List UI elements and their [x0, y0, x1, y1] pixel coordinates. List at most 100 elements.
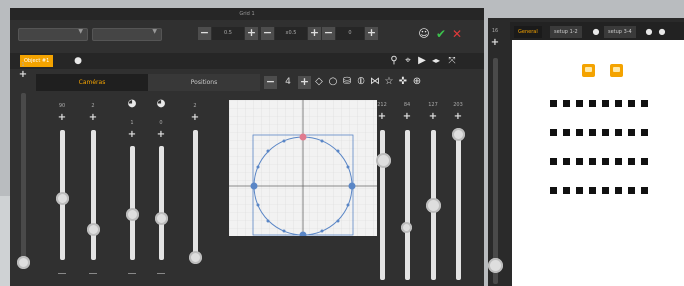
grid-square[interactable]: [602, 187, 609, 194]
stepper-3-field[interactable]: 0: [336, 27, 364, 40]
grid-square[interactable]: [615, 100, 622, 107]
grid-square[interactable]: [550, 187, 557, 194]
cylinder-shape-icon[interactable]: ⛁: [341, 76, 353, 88]
grid-square[interactable]: [589, 100, 596, 107]
fader-knob[interactable]: [426, 198, 441, 213]
grid-square[interactable]: [641, 100, 648, 107]
yellow-marker[interactable]: [582, 64, 595, 77]
tab-general[interactable]: General: [514, 26, 542, 38]
fader-track[interactable]: [130, 146, 135, 260]
fader-knob[interactable]: [376, 153, 391, 168]
cross-shape-icon[interactable]: ✜: [397, 76, 409, 88]
fader-knob[interactable]: [126, 208, 139, 221]
grid-square[interactable]: [576, 100, 583, 107]
grid-square[interactable]: [589, 187, 596, 194]
fader-track[interactable]: [91, 130, 96, 260]
stepper-2-field[interactable]: x0.5: [275, 27, 307, 40]
close-tab-icon[interactable]: ●: [656, 26, 668, 38]
circle-shape-icon[interactable]: ○: [327, 76, 339, 88]
master-right-knob[interactable]: [488, 258, 503, 273]
fader-knob[interactable]: [155, 212, 168, 225]
grid-square[interactable]: [563, 187, 570, 194]
yellow-marker[interactable]: [610, 64, 623, 77]
tab-cameras[interactable]: Caméras: [36, 74, 148, 91]
fit-icon[interactable]: ◂▸: [430, 55, 442, 67]
tab-positions[interactable]: Positions: [148, 74, 260, 91]
grid-square[interactable]: [563, 158, 570, 165]
fader-track[interactable]: [193, 130, 198, 260]
play-icon[interactable]: ▶: [416, 55, 428, 67]
fader-track[interactable]: [159, 146, 164, 260]
increment-button[interactable]: +: [365, 27, 378, 40]
grid-square[interactable]: [628, 100, 635, 107]
grid-square[interactable]: [563, 129, 570, 136]
fader-plus-icon[interactable]: +: [188, 113, 202, 123]
grid-square[interactable]: [628, 129, 635, 136]
close-icon[interactable]: ✕: [451, 28, 463, 40]
increment-button[interactable]: +: [245, 27, 258, 40]
close-tab-icon[interactable]: ●: [643, 26, 655, 38]
star-shape-icon[interactable]: ☆: [383, 76, 395, 88]
master-right-plus-icon[interactable]: +: [488, 38, 502, 48]
stepper-1-field[interactable]: 0.5: [212, 27, 244, 40]
grid-square[interactable]: [602, 158, 609, 165]
fader-plus-icon[interactable]: +: [154, 130, 168, 140]
grid-square[interactable]: [641, 129, 648, 136]
check-icon[interactable]: ✔: [435, 28, 447, 40]
master-right-track[interactable]: [493, 58, 498, 284]
grid-square[interactable]: [576, 129, 583, 136]
dropdown-1[interactable]: ▼: [18, 28, 88, 41]
zoom-icon[interactable]: ⌖: [402, 55, 414, 67]
grid-square[interactable]: [576, 187, 583, 194]
fader-plus-icon[interactable]: +: [451, 112, 465, 122]
close-tab-icon[interactable]: ●: [590, 26, 602, 38]
fader-track[interactable]: [456, 130, 461, 280]
fader-track[interactable]: [405, 130, 410, 280]
search-icon[interactable]: ⚲: [388, 55, 400, 67]
fader-knob[interactable]: [87, 223, 100, 236]
master-left-knob[interactable]: [17, 256, 30, 269]
position-panel[interactable]: [229, 100, 377, 236]
master-left-plus-icon[interactable]: +: [16, 70, 30, 80]
bowtie-shape-icon[interactable]: ⋈: [369, 76, 381, 88]
grid-square[interactable]: [641, 158, 648, 165]
fader-knob[interactable]: [452, 128, 465, 141]
grid-square[interactable]: [576, 158, 583, 165]
master-left-track[interactable]: [21, 93, 26, 268]
fader-plus-icon[interactable]: +: [125, 130, 139, 140]
fader-knob[interactable]: [189, 251, 202, 264]
expand-icon[interactable]: ⤧: [446, 55, 458, 67]
grid-square[interactable]: [589, 129, 596, 136]
fader-knob[interactable]: [401, 222, 412, 233]
fader-plus-icon[interactable]: +: [55, 113, 69, 123]
target-shape-icon[interactable]: ⊕: [411, 76, 423, 88]
fader-plus-icon[interactable]: +: [86, 113, 100, 123]
decrement-button[interactable]: −: [264, 76, 277, 89]
fader-knob[interactable]: [56, 192, 69, 205]
grid-square[interactable]: [641, 187, 648, 194]
grid-square[interactable]: [550, 129, 557, 136]
grid-square[interactable]: [550, 158, 557, 165]
position-grid[interactable]: [229, 100, 377, 236]
decrement-button[interactable]: −: [322, 27, 335, 40]
grid-square[interactable]: [615, 158, 622, 165]
decrement-button[interactable]: −: [261, 27, 274, 40]
grid-square[interactable]: [615, 187, 622, 194]
grid-square[interactable]: [563, 100, 570, 107]
grid-square[interactable]: [628, 187, 635, 194]
increment-button[interactable]: +: [298, 76, 311, 89]
fader-plus-icon[interactable]: +: [400, 112, 414, 122]
close-tab-icon[interactable]: ●: [72, 55, 84, 67]
settings-icon[interactable]: ☺: [418, 28, 430, 40]
grid-square[interactable]: [589, 158, 596, 165]
diamond-shape-icon[interactable]: ◇: [313, 76, 325, 88]
grid-square[interactable]: [602, 129, 609, 136]
fader-plus-icon[interactable]: +: [426, 112, 440, 122]
increment-button[interactable]: +: [308, 27, 321, 40]
dropdown-2[interactable]: ▼: [92, 28, 162, 41]
tab-setup-1-2[interactable]: setup 1-2: [550, 26, 582, 38]
tab-setup-3-4[interactable]: setup 3-4: [604, 26, 636, 38]
grid-square[interactable]: [602, 100, 609, 107]
decrement-button[interactable]: −: [198, 27, 211, 40]
grid-square[interactable]: [628, 158, 635, 165]
